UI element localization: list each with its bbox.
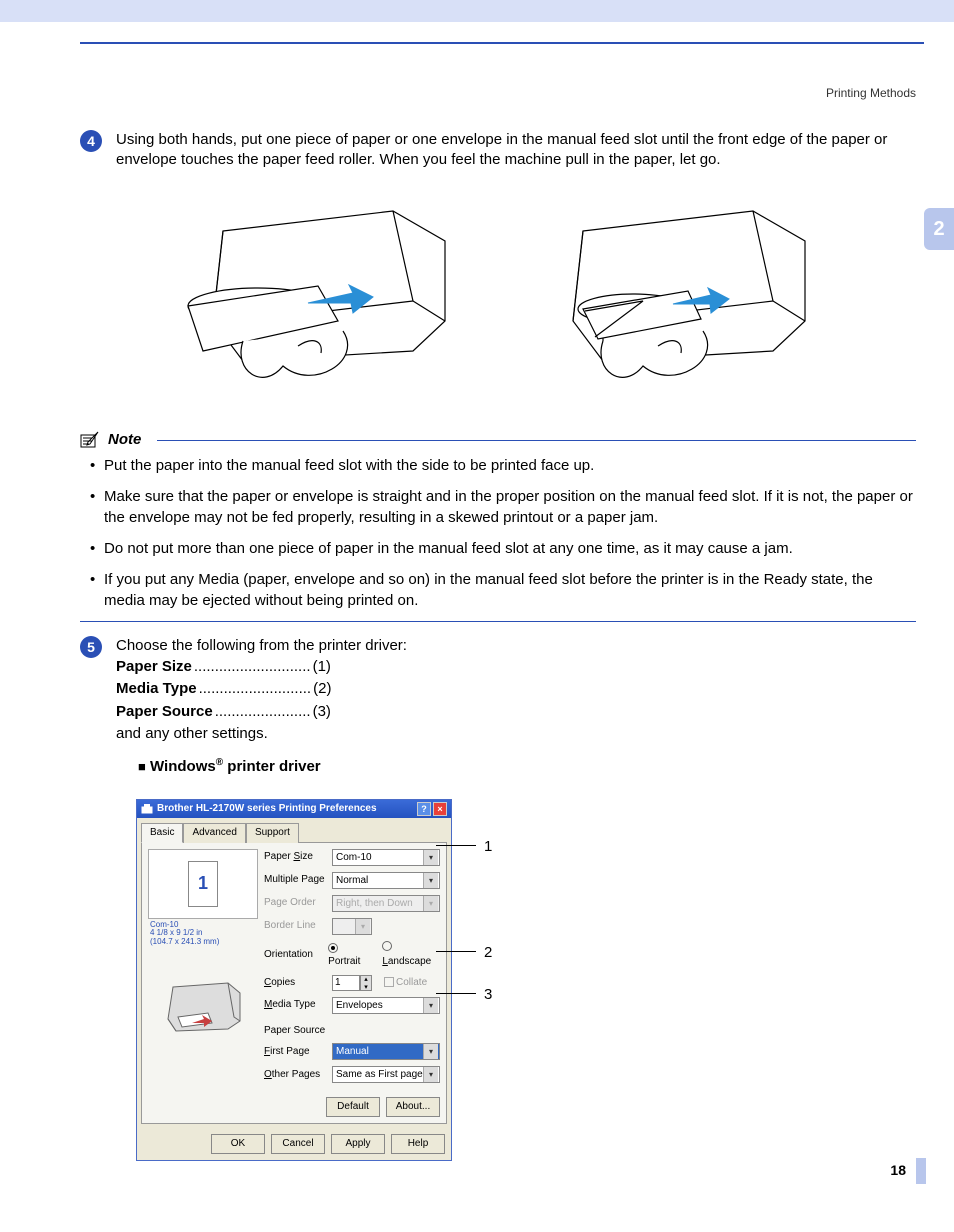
note-rule-top [157, 440, 916, 441]
printer-thumbnail [148, 977, 258, 1037]
note-list: Put the paper into the manual feed slot … [90, 455, 916, 611]
driver-line-paper-size: Paper Size ............................ … [116, 656, 916, 679]
combo-paper-size[interactable]: Com-10 [332, 849, 440, 866]
note-item: Do not put more than one piece of paper … [90, 538, 916, 559]
note-rule-bottom [80, 621, 916, 622]
note-header: Note [80, 431, 916, 449]
callout-line-3 [436, 993, 476, 994]
combo-page-order: Right, then Down [332, 895, 440, 912]
dialog-close-button[interactable]: × [433, 802, 447, 816]
printer-illustration-envelope [523, 191, 833, 401]
combo-first-page[interactable]: Manual [332, 1043, 440, 1060]
button-ok[interactable]: OK [211, 1134, 265, 1154]
label-paper-size: Paper Size [264, 850, 326, 864]
checkbox-collate: Collate [384, 976, 427, 990]
callout-line-1 [436, 845, 476, 846]
label-copies: Copies [264, 976, 326, 990]
step-number-5: 5 [80, 636, 102, 658]
note-item: Put the paper into the manual feed slot … [90, 455, 916, 476]
step-5-outro: and any other settings. [116, 723, 916, 746]
tab-advanced[interactable]: Advanced [183, 823, 245, 843]
label-paper-source: Paper Source [264, 1024, 326, 1038]
radio-portrait[interactable]: Portrait [328, 941, 370, 968]
printing-preferences-dialog: Brother HL-2170W series Printing Prefere… [136, 799, 452, 1161]
note-item: If you put any Media (paper, envelope an… [90, 569, 916, 611]
step-5: 5 Choose the following from the printer … [80, 636, 916, 1162]
label-media-type: Media Type [264, 998, 326, 1012]
page-number-bar [916, 1158, 926, 1184]
label-orientation: Orientation [264, 948, 322, 962]
driver-line-media-type: Media Type ........................... (… [116, 678, 916, 701]
label-page-order: Page Order [264, 896, 326, 910]
callout-label-2: 2 [484, 943, 492, 963]
button-default[interactable]: Default [326, 1097, 380, 1117]
note-pencil-icon [80, 431, 100, 449]
tab-support[interactable]: Support [246, 823, 299, 843]
step-4-text: Using both hands, put one piece of paper… [116, 130, 916, 171]
button-cancel[interactable]: Cancel [271, 1134, 325, 1154]
note-title: Note [108, 431, 141, 448]
printer-illustration-paper [163, 191, 473, 401]
callout-label-1: 1 [484, 837, 492, 857]
printer-illustrations [80, 191, 916, 401]
spinner-copies[interactable]: ▴▾ [332, 975, 372, 991]
label-multiple-page: Multiple Page [264, 873, 326, 887]
dialog-help-button[interactable]: ? [417, 802, 431, 816]
combo-other-pages[interactable]: Same as First page [332, 1066, 440, 1083]
page-top-rule [80, 42, 924, 44]
page-top-bar [0, 0, 954, 22]
dialog-tabs: Basic Advanced Support [137, 818, 451, 842]
callout-label-3: 3 [484, 985, 492, 1005]
windows-driver-heading: ■ Windows® printer driver [138, 756, 916, 777]
step-number-4: 4 [80, 130, 102, 152]
page-preview-meta: Com-10 4 1/8 x 9 1/2 in (104.7 x 241.3 m… [148, 919, 258, 947]
button-about[interactable]: About... [386, 1097, 440, 1117]
button-help[interactable]: Help [391, 1134, 445, 1154]
note-item: Make sure that the paper or envelope is … [90, 486, 916, 528]
label-border-line: Border Line [264, 919, 326, 933]
step-5-intro: Choose the following from the printer dr… [116, 636, 916, 656]
callout-line-2 [436, 951, 476, 952]
dialog-titlebar: Brother HL-2170W series Printing Prefere… [137, 800, 451, 818]
printer-app-icon [141, 803, 153, 815]
combo-border-line [332, 918, 372, 935]
combo-media-type[interactable]: Envelopes [332, 997, 440, 1014]
combo-multiple-page[interactable]: Normal [332, 872, 440, 889]
chapter-side-tab: 2 [924, 208, 954, 250]
tab-basic[interactable]: Basic [141, 823, 183, 843]
driver-line-paper-source: Paper Source ....................... (3) [116, 701, 916, 724]
radio-landscape[interactable]: Landscape [382, 941, 440, 969]
page-number: 18 [890, 1162, 906, 1178]
label-first-page: First Page [264, 1045, 326, 1059]
dialog-title: Brother HL-2170W series Printing Prefere… [157, 802, 377, 816]
button-apply[interactable]: Apply [331, 1134, 385, 1154]
input-copies[interactable] [332, 975, 360, 991]
step-4: 4 Using both hands, put one piece of pap… [80, 130, 916, 171]
label-other-pages: Other Pages [264, 1068, 326, 1082]
page-preview: 1 [148, 849, 258, 919]
page-preview-number: 1 [188, 861, 218, 907]
page-header-label: Printing Methods [826, 86, 916, 100]
